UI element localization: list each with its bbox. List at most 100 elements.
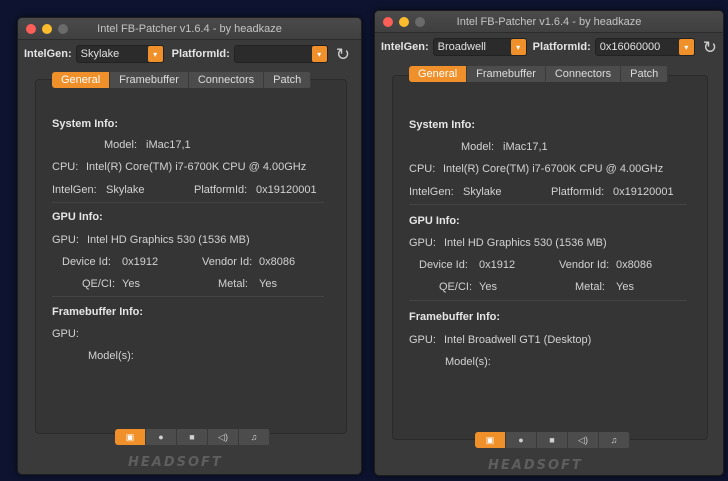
- window-title: Intel FB-Patcher v1.6.4 - by headkaze: [97, 22, 282, 35]
- fb-gpu-label: GPU:: [409, 334, 436, 346]
- framebuffer-info-heading: Framebuffer Info:: [409, 311, 501, 323]
- minimize-button[interactable]: [399, 17, 409, 27]
- window-title: Intel FB-Patcher v1.6.4 - by headkaze: [456, 15, 642, 28]
- title-bar[interactable]: Intel FB-Patcher v1.6.4 - by headkaze: [375, 11, 723, 33]
- vendor-id-value: 0x8086: [259, 256, 296, 268]
- platformid-info-value: 0x19120001: [613, 186, 674, 198]
- fb-models-label: Model(s):: [88, 350, 134, 362]
- model-label: Model:: [461, 141, 495, 153]
- zoom-button[interactable]: [58, 24, 68, 34]
- music-icon[interactable]: ♫: [599, 432, 630, 448]
- close-button[interactable]: [383, 17, 393, 27]
- cpu-label: CPU:: [409, 163, 436, 175]
- framebuffer-info-heading: Framebuffer Info:: [52, 306, 144, 318]
- platformid-select[interactable]: 0x16060000 ▾: [594, 38, 695, 56]
- chip-icon[interactable]: ■: [537, 432, 568, 448]
- zoom-button[interactable]: [415, 17, 425, 27]
- qeci-value: Yes: [122, 278, 140, 290]
- intelgen-info-label: IntelGen:: [52, 184, 97, 196]
- tab-general[interactable]: General: [409, 66, 468, 82]
- model-label: Model:: [104, 139, 138, 151]
- cpu-value: Intel(R) Core(TM) i7-6700K CPU @ 4.00GHz: [443, 163, 664, 175]
- refresh-icon[interactable]: ↻: [703, 39, 717, 56]
- platformid-label: PlatformId:: [532, 41, 591, 53]
- gpu-info-heading: GPU Info:: [52, 211, 103, 223]
- system-info-heading: System Info:: [409, 119, 476, 131]
- vendor-id-label: Vendor Id:: [202, 256, 253, 268]
- intelgen-label: IntelGen:: [24, 48, 72, 60]
- metal-value: Yes: [616, 281, 634, 293]
- device-id-value: 0x1912: [479, 259, 516, 271]
- platformid-info-label: PlatformId:: [551, 186, 605, 198]
- title-bar[interactable]: Intel FB-Patcher v1.6.4 - by headkaze: [18, 18, 361, 40]
- tab-patch[interactable]: Patch: [264, 72, 312, 88]
- close-button[interactable]: [26, 24, 36, 34]
- intelgen-select[interactable]: Broadwell ▾: [432, 38, 527, 56]
- gpu-label: GPU:: [52, 234, 79, 246]
- bottom-toolbar: ▣ ● ■ ◁) ♫: [115, 429, 270, 445]
- cpu-label: CPU:: [52, 161, 79, 173]
- bottom-toolbar: ▣ ● ■ ◁) ♫: [475, 432, 630, 448]
- intelgen-select-value: Skylake: [80, 48, 120, 60]
- fb-patcher-window-left: Intel FB-Patcher v1.6.4 - by headkaze In…: [17, 17, 362, 475]
- qeci-value: Yes: [479, 281, 497, 293]
- device-id-value: 0x1912: [122, 256, 159, 268]
- headsoft-logo: HEADSOFT: [128, 455, 223, 470]
- qeci-label: QE/CI:: [439, 281, 473, 293]
- tab-connectors[interactable]: Connectors: [545, 66, 622, 82]
- metal-value: Yes: [259, 278, 277, 290]
- divider: [409, 204, 687, 205]
- chevron-down-icon[interactable]: ▾: [311, 46, 327, 62]
- cpu-value: Intel(R) Core(TM) i7-6700K CPU @ 4.00GHz: [86, 161, 307, 173]
- fb-models-label: Model(s):: [445, 356, 491, 368]
- intelgen-info-label: IntelGen:: [409, 186, 454, 198]
- model-value: iMac17,1: [503, 141, 548, 153]
- chevron-down-icon[interactable]: ▾: [510, 39, 526, 55]
- speaker-icon[interactable]: ◁): [568, 432, 599, 448]
- intelgen-label: IntelGen:: [381, 41, 429, 53]
- tab-patch[interactable]: Patch: [621, 66, 669, 82]
- speaker-icon[interactable]: ◁): [208, 429, 239, 445]
- headsoft-logo: HEADSOFT: [488, 458, 583, 473]
- refresh-icon[interactable]: ↻: [336, 46, 350, 63]
- chevron-down-icon[interactable]: ▾: [147, 46, 163, 62]
- divider: [52, 202, 324, 203]
- model-value: iMac17,1: [146, 139, 191, 151]
- intelgen-select-value: Broadwell: [437, 41, 486, 53]
- toolbar: IntelGen: Skylake ▾ PlatformId: ▾ ↻: [18, 40, 361, 68]
- tab-bar: General Framebuffer Connectors Patch: [52, 72, 312, 88]
- music-icon[interactable]: ♫: [239, 429, 270, 445]
- chip-icon[interactable]: ■: [177, 429, 208, 445]
- platformid-select[interactable]: ▾: [233, 45, 328, 63]
- tab-framebuffer[interactable]: Framebuffer: [467, 66, 546, 82]
- tab-bar: General Framebuffer Connectors Patch: [409, 66, 669, 82]
- fb-patcher-window-right: Intel FB-Patcher v1.6.4 - by headkaze In…: [374, 10, 724, 476]
- display-icon[interactable]: ▣: [475, 432, 506, 448]
- intelgen-info-value: Skylake: [463, 186, 502, 198]
- shield-icon[interactable]: ●: [146, 429, 177, 445]
- system-info-heading: System Info:: [52, 118, 119, 130]
- shield-icon[interactable]: ●: [506, 432, 537, 448]
- gpu-value: Intel HD Graphics 530 (1536 MB): [87, 234, 250, 246]
- platformid-info-value: 0x19120001: [256, 184, 317, 196]
- platformid-info-label: PlatformId:: [194, 184, 248, 196]
- fb-gpu-value: Intel Broadwell GT1 (Desktop): [444, 334, 592, 346]
- chevron-down-icon[interactable]: ▾: [678, 39, 694, 55]
- intelgen-select[interactable]: Skylake ▾: [75, 45, 164, 63]
- tab-framebuffer[interactable]: Framebuffer: [110, 72, 189, 88]
- metal-label: Metal:: [575, 281, 605, 293]
- metal-label: Metal:: [218, 278, 248, 290]
- vendor-id-value: 0x8086: [616, 259, 653, 271]
- display-icon[interactable]: ▣: [115, 429, 146, 445]
- divider: [52, 296, 324, 297]
- platformid-label: PlatformId:: [171, 48, 230, 60]
- tab-connectors[interactable]: Connectors: [188, 72, 265, 88]
- vendor-id-label: Vendor Id:: [559, 259, 610, 271]
- minimize-button[interactable]: [42, 24, 52, 34]
- platformid-select-value: 0x16060000: [599, 41, 661, 53]
- qeci-label: QE/CI:: [82, 278, 116, 290]
- tab-general[interactable]: General: [52, 72, 111, 88]
- intelgen-info-value: Skylake: [106, 184, 145, 196]
- fb-gpu-label: GPU:: [52, 328, 79, 340]
- gpu-label: GPU:: [409, 237, 436, 249]
